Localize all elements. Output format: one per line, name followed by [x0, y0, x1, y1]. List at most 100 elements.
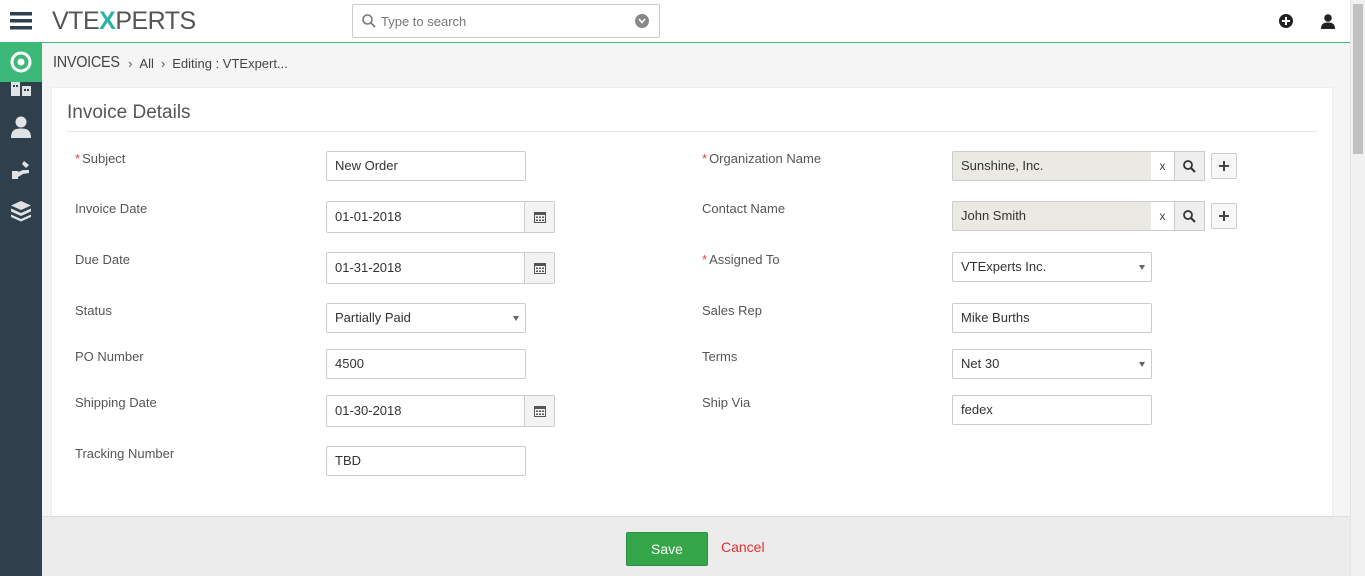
quick-create-button[interactable]: [1278, 13, 1294, 29]
shipping-date-label: Shipping Date: [75, 395, 157, 410]
sales-rep-value: Mike Burths: [961, 310, 1030, 325]
contact-add-button[interactable]: [1211, 203, 1237, 229]
invoice-date-field[interactable]: 01-01-2018: [326, 201, 555, 233]
invoice-details-card: Invoice Details * Subject New Order Invoi…: [51, 87, 1333, 517]
user-icon: [1321, 13, 1335, 29]
invoice-date-value: 01-01-2018: [335, 209, 402, 224]
chevron-down-icon: [638, 18, 646, 24]
search-icon: [1183, 209, 1196, 223]
po-number-field[interactable]: 4500: [326, 349, 526, 379]
sidebar-item-support[interactable]: [0, 156, 42, 184]
search-icon: [1183, 159, 1196, 173]
page-scrollbar[interactable]: [1350, 0, 1365, 576]
menu-button[interactable]: [0, 0, 42, 42]
status-value: Partially Paid: [335, 310, 411, 325]
user-menu-button[interactable]: [1320, 13, 1336, 29]
contact-lookup-button[interactable]: [1175, 201, 1205, 231]
assigned-to-label: * Assigned To: [702, 252, 780, 267]
sidebar: [0, 0, 42, 576]
tracking-number-value: TBD: [335, 453, 361, 468]
section-divider: [67, 131, 1317, 132]
required-marker: *: [702, 151, 708, 166]
required-marker: *: [75, 151, 81, 166]
shipping-date-field[interactable]: 01-30-2018: [326, 395, 555, 427]
contact-clear-button[interactable]: x: [1151, 201, 1175, 231]
subject-value: New Order: [335, 158, 398, 173]
save-button[interactable]: Save: [626, 532, 708, 566]
sidebar-item-organizations[interactable]: [0, 82, 42, 96]
contact-name-field[interactable]: John Smith: [952, 201, 1152, 231]
search-input[interactable]: [381, 5, 631, 37]
organization-add-button[interactable]: [1211, 153, 1237, 179]
invoice-date-label: Invoice Date: [75, 201, 148, 216]
target-icon: [10, 51, 32, 73]
contact-name-value: John Smith: [961, 208, 1027, 223]
assigned-to-label-text: Assigned To: [709, 252, 780, 267]
chevron-right-icon: ›: [128, 55, 133, 71]
ship-via-value: fedex: [961, 402, 993, 417]
shipping-date-calendar-button[interactable]: [524, 396, 554, 426]
terms-label: Terms: [702, 349, 738, 364]
subject-label: * Subject: [75, 151, 125, 166]
tracking-number-label: Tracking Number: [75, 446, 175, 461]
cancel-link[interactable]: Cancel: [721, 539, 765, 555]
clear-icon: x: [1159, 209, 1166, 223]
organization-name-label: * Organization Name: [702, 151, 821, 166]
top-header: VTEXPERTS: [42, 0, 1350, 43]
organization-clear-button[interactable]: x: [1151, 151, 1175, 181]
sales-rep-label: Sales Rep: [702, 303, 762, 318]
add-icon: [1279, 14, 1293, 28]
form-footer: Save Cancel: [42, 516, 1350, 576]
scrollbar-thumb[interactable]: [1353, 4, 1363, 154]
required-marker: *: [702, 252, 708, 267]
status-label: Status: [75, 303, 112, 318]
breadcrumb-all[interactable]: All: [139, 56, 153, 71]
search-icon: [362, 14, 376, 28]
calendar-icon: [533, 212, 546, 223]
sales-rep-field[interactable]: Mike Burths: [952, 303, 1152, 333]
section-title: Invoice Details: [67, 102, 191, 123]
ship-via-label: Ship Via: [702, 395, 751, 410]
search-filter-dropdown[interactable]: [635, 14, 649, 28]
tools-icon: [12, 161, 29, 179]
box-icon: [11, 201, 31, 222]
logo-prefix: VTE: [52, 7, 100, 35]
vtexperts-logo[interactable]: VTEXPERTS: [52, 8, 196, 34]
clear-icon: x: [1159, 159, 1166, 173]
organization-lookup-button[interactable]: [1175, 151, 1205, 181]
due-date-value: 01-31-2018: [335, 260, 402, 275]
po-number-label: PO Number: [75, 349, 144, 364]
tracking-number-field[interactable]: TBD: [326, 446, 526, 476]
logo-x: X: [99, 7, 116, 35]
terms-select[interactable]: Net 30: [952, 349, 1152, 379]
calendar-icon: [533, 263, 546, 274]
subject-field[interactable]: New Order: [326, 151, 526, 181]
ship-via-field[interactable]: fedex: [952, 395, 1152, 425]
plus-icon: [1219, 161, 1229, 171]
user-icon: [11, 116, 31, 138]
assigned-to-value: VTExperts Inc.: [961, 259, 1047, 274]
subject-label-text: Subject: [82, 151, 126, 166]
sidebar-item-products[interactable]: [0, 197, 42, 225]
contact-name-label: Contact Name: [702, 201, 786, 216]
organization-name-field[interactable]: Sunshine, Inc.: [952, 151, 1152, 181]
breadcrumb-current: Editing : VTExpert...: [172, 55, 288, 71]
invoice-date-calendar-button[interactable]: [524, 202, 554, 232]
plus-icon: [1219, 211, 1229, 221]
breadcrumb: INVOICES › All › Editing : VTExpert...: [53, 52, 288, 74]
due-date-field[interactable]: 01-31-2018: [326, 252, 555, 284]
breadcrumb-module[interactable]: INVOICES: [53, 54, 120, 72]
chevron-right-icon: ›: [160, 55, 166, 71]
sidebar-item-contacts[interactable]: [0, 113, 42, 141]
shipping-date-value: 01-30-2018: [335, 403, 402, 418]
due-date-calendar-button[interactable]: [524, 253, 554, 283]
hamburger-icon: [10, 12, 32, 30]
organization-name-value: Sunshine, Inc.: [961, 158, 1044, 173]
assigned-to-select[interactable]: VTExperts Inc.: [952, 252, 1152, 282]
status-select[interactable]: Partially Paid: [326, 303, 526, 333]
caret-down-icon: [1139, 362, 1145, 367]
building-icon: [11, 82, 31, 96]
sidebar-item-active-module[interactable]: [0, 42, 42, 82]
logo-suffix: PERTS: [115, 7, 196, 35]
global-search: [352, 4, 660, 38]
